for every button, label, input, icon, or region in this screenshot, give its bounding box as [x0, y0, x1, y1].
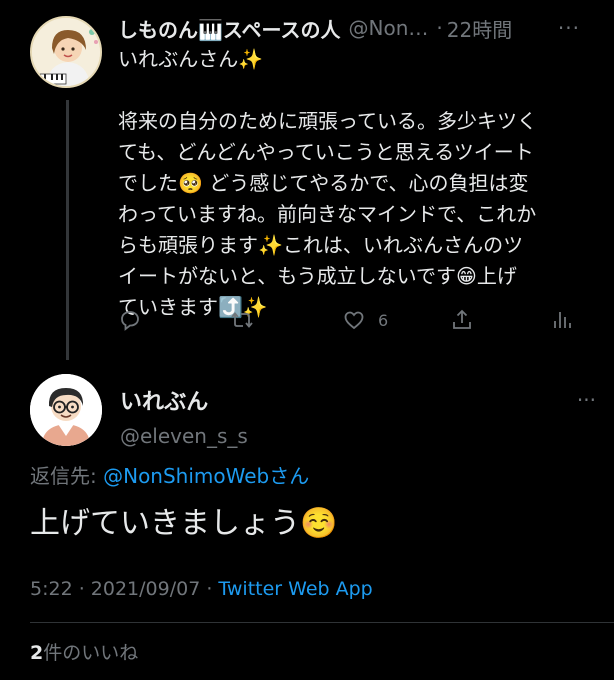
parent-tweet-text: いれぶんさん✨ 将来の自分のために頑張っている。多少キツく ても、どんどんやって… [118, 47, 537, 319]
more-options-icon[interactable]: ··· [558, 16, 580, 40]
retweet-icon [231, 312, 253, 328]
parent-handle[interactable]: @Non… [349, 16, 429, 40]
replying-to-prefix: 返信先: [30, 464, 104, 488]
share-button[interactable] [450, 308, 474, 332]
analytics-button[interactable] [550, 308, 574, 332]
reply-button[interactable] [118, 308, 142, 332]
parent-tweet-header: しものん🎹スペースの人 @Non… · 22時間 ··· [118, 14, 598, 42]
parent-action-bar: 6 [118, 308, 578, 338]
likes-summary[interactable]: 2件のいいね [30, 638, 138, 665]
divider [30, 622, 614, 623]
parent-display-name[interactable]: しものん🎹スペースの人 [118, 14, 341, 43]
reply-display-name[interactable]: いれぶん [120, 384, 248, 416]
reply-tweet-text: 上げていきましょう☺️ [30, 506, 338, 541]
parent-timestamp[interactable]: 22時間 [447, 14, 512, 43]
parent-time-separator: · [436, 16, 443, 40]
reply-avatar-illustration [30, 374, 102, 446]
reply-avatar[interactable] [30, 374, 102, 446]
like-button[interactable]: 6 [342, 308, 388, 332]
thread-connector-line [66, 100, 69, 360]
reply-source-link[interactable]: Twitter Web App [218, 578, 372, 600]
replying-to-mention-link[interactable]: @NonShimoWebさん [103, 464, 309, 488]
likes-label: 件のいいね [43, 642, 139, 664]
like-count: 6 [378, 310, 389, 330]
reply-more-options-icon[interactable]: ··· [577, 388, 596, 412]
share-icon [453, 309, 471, 329]
reply-author-block: いれぶん @eleven_s_s [120, 384, 248, 448]
replying-to-line: 返信先: @NonShimoWebさん [30, 460, 309, 489]
retweet-button[interactable] [230, 308, 254, 332]
parent-avatar[interactable] [30, 16, 102, 88]
likes-count: 2 [30, 642, 44, 664]
reply-icon [121, 311, 139, 331]
analytics-icon [554, 312, 571, 328]
reply-timestamp[interactable]: 5:22 · 2021/09/07 · [30, 578, 218, 600]
heart-icon [344, 311, 364, 330]
reply-handle[interactable]: @eleven_s_s [120, 424, 248, 448]
parent-avatar-illustration [32, 18, 100, 86]
reply-metadata: 5:22 · 2021/09/07 · Twitter Web App [30, 578, 373, 600]
